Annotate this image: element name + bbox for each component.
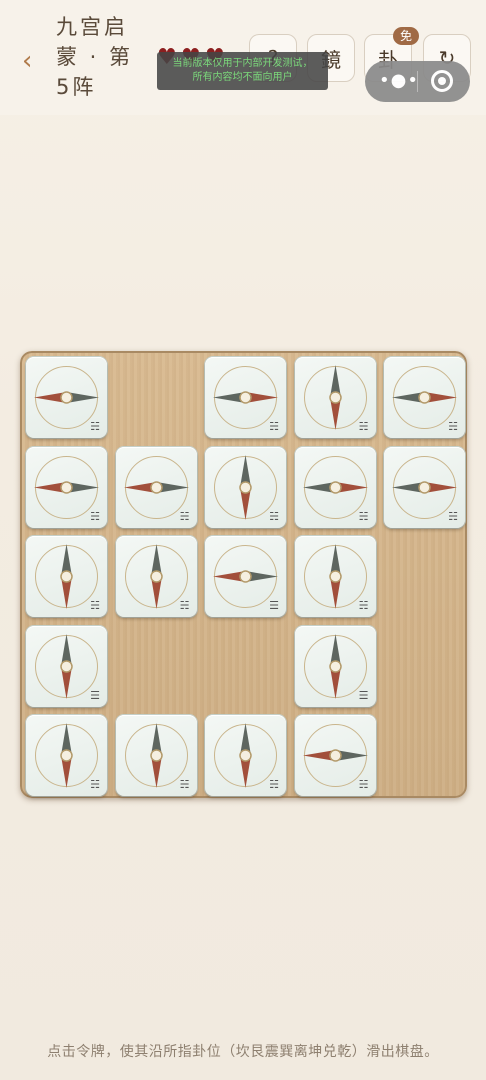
- compass-tile[interactable]: ☵: [294, 536, 376, 617]
- compass-tile-face[interactable]: ☵: [205, 357, 286, 438]
- compass-tile[interactable]: ☰: [205, 536, 286, 617]
- trigram-label: ☵: [269, 420, 279, 433]
- compass-tile[interactable]: ☵: [26, 357, 107, 438]
- trigram-label: ☰: [269, 599, 279, 612]
- trigram-label: ☵: [90, 778, 100, 791]
- compass-tile[interactable]: ☵: [115, 446, 197, 528]
- compass-tile[interactable]: ☵: [294, 446, 376, 528]
- compass-tile[interactable]: ☵: [115, 536, 197, 617]
- top-bar: ‹ 九宫启蒙 · 第5阵 ♥ ♥ ♥ ? 鏡 卦 ↻ 免 当前版本仅用于内部开发…: [0, 0, 486, 115]
- trigram-label: ☵: [448, 509, 458, 523]
- more-menu-icon[interactable]: •●•: [379, 70, 419, 91]
- trigram-label: ☵: [358, 509, 369, 523]
- trigram-label: ☵: [358, 778, 369, 791]
- back-icon[interactable]: ‹: [22, 46, 32, 76]
- miniapp-capsule: •●•: [365, 61, 470, 102]
- compass-tile-face[interactable]: ☵: [115, 715, 197, 796]
- compass-tile-face[interactable]: ☰: [26, 625, 107, 707]
- trigram-label: ☵: [90, 420, 100, 433]
- compass-tile[interactable]: ☰: [294, 625, 376, 707]
- trigram-label: ☵: [448, 420, 458, 433]
- compass-tile-face[interactable]: ☵: [294, 357, 376, 438]
- compass-tile-face[interactable]: ☵: [384, 446, 465, 528]
- compass-tile-face[interactable]: ☵: [384, 357, 465, 438]
- compass-tile-face[interactable]: ☵: [115, 536, 197, 617]
- compass-tile-face[interactable]: ☵: [26, 446, 107, 528]
- game-board: ☵ ☵ ☵ ☵ ☵ ☵ ☵ ☵ ☵ ☵ ☵ ☰ ☵ ☰ ☰ ☵ ☵ ☵ ☵: [20, 351, 467, 798]
- trigram-label: ☵: [90, 509, 100, 523]
- compass-tile-face[interactable]: ☵: [26, 536, 107, 617]
- dev-notice: 当前版本仅用于内部开发测试， 所有内容均不面向用户: [157, 52, 328, 90]
- compass-tile[interactable]: ☵: [205, 446, 286, 528]
- compass-tile[interactable]: ☵: [384, 446, 465, 528]
- compass-tile[interactable]: ☵: [26, 446, 107, 528]
- capsule-divider: [417, 71, 418, 92]
- trigram-label: ☵: [358, 599, 369, 612]
- free-badge: 免: [393, 27, 419, 45]
- compass-tile[interactable]: ☵: [205, 357, 286, 438]
- compass-tile-face[interactable]: ☵: [294, 536, 376, 617]
- compass-tile-face[interactable]: ☵: [294, 446, 376, 528]
- compass-tile-face[interactable]: ☰: [294, 625, 376, 707]
- compass-tile-face[interactable]: ☵: [26, 357, 107, 438]
- compass-tile[interactable]: ☰: [26, 625, 107, 707]
- trigram-label: ☵: [179, 599, 190, 612]
- page-title: 九宫启蒙 · 第5阵: [56, 15, 134, 99]
- close-miniapp-icon[interactable]: [431, 70, 453, 92]
- trigram-label: ☵: [179, 778, 190, 791]
- trigram-label: ☵: [358, 420, 369, 433]
- trigram-label: ☵: [179, 509, 190, 523]
- compass-tile[interactable]: ☵: [26, 536, 107, 617]
- instruction-text: 点击令牌，使其沿所指卦位（坎艮震巽离坤兑乾）滑出棋盘。: [47, 1044, 439, 1060]
- compass-tile-face[interactable]: ☰: [205, 536, 286, 617]
- trigram-label: ☰: [358, 688, 369, 702]
- trigram-label: ☵: [269, 778, 279, 791]
- compass-tile-face[interactable]: ☵: [205, 715, 286, 796]
- compass-tile[interactable]: ☵: [205, 715, 286, 796]
- notice-line: 所有内容均不面向用户: [192, 72, 293, 83]
- compass-tile-face[interactable]: ☵: [115, 446, 197, 528]
- compass-tile-face[interactable]: ☵: [294, 715, 376, 796]
- trigram-label: ☵: [269, 509, 279, 523]
- compass-tile[interactable]: ☵: [115, 715, 197, 796]
- compass-tile-face[interactable]: ☵: [205, 446, 286, 528]
- trigram-label: ☵: [90, 599, 100, 612]
- trigram-label: ☰: [90, 688, 100, 702]
- notice-line: 当前版本仅用于内部开发测试，: [172, 58, 313, 69]
- compass-tile[interactable]: ☵: [294, 715, 376, 796]
- compass-tile-face[interactable]: ☵: [26, 715, 107, 796]
- compass-tile[interactable]: ☵: [26, 715, 107, 796]
- compass-tile[interactable]: ☵: [384, 357, 465, 438]
- compass-tile[interactable]: ☵: [294, 357, 376, 438]
